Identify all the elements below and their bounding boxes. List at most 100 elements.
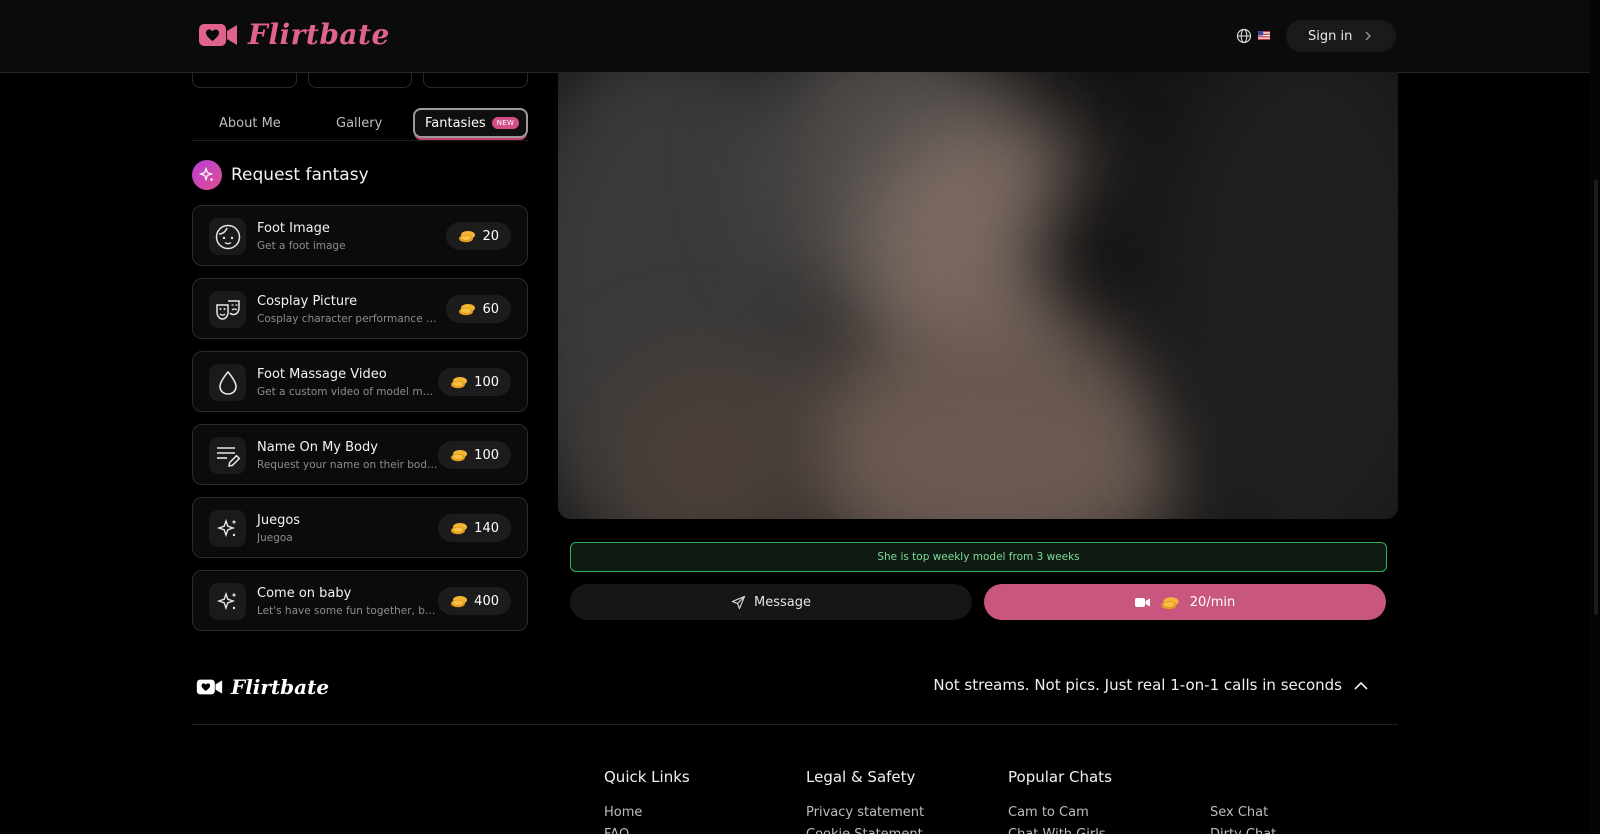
chevron-up-icon (1354, 681, 1368, 690)
footer-divider (192, 724, 1398, 725)
coins-icon (451, 377, 468, 389)
fantasy-subtitle: Get a custom video of model massaging (257, 386, 439, 398)
video-heart-icon (196, 679, 223, 695)
sparkles-icon (192, 160, 222, 190)
footer-link-dirty-chat[interactable]: Dirty Chat (1210, 824, 1276, 834)
write-icon (209, 437, 246, 474)
coins-icon (451, 523, 468, 535)
tagline-text: Not streams. Not pics. Just real 1-on-1 … (933, 676, 1342, 694)
message-label: Message (754, 594, 811, 610)
droplet-icon (209, 364, 246, 401)
tab-gallery[interactable]: Gallery (336, 109, 382, 137)
footer-link-sex-chat[interactable]: Sex Chat (1210, 802, 1276, 824)
fantasy-card[interactable]: Juegos Juegoa 140 (192, 497, 528, 558)
send-icon (731, 595, 746, 609)
fantasy-title: Cosplay Picture (257, 294, 358, 309)
footer-column-title (1210, 768, 1276, 786)
footer-column-quick-links: Quick Links Home FAQ (604, 768, 690, 834)
globe-icon[interactable] (1236, 28, 1252, 44)
stat-chip (192, 72, 297, 88)
video-call-button[interactable]: 20/min (984, 584, 1386, 620)
new-badge: NEW (491, 117, 520, 129)
face-icon (209, 218, 246, 255)
sign-in-button[interactable]: Sign in (1286, 20, 1396, 52)
footer-column-legal: Legal & Safety Privacy statement Cookie … (806, 768, 924, 834)
price-value: 100 (474, 447, 499, 463)
video-camera-icon (1134, 597, 1150, 607)
fantasy-title: Juegos (257, 513, 301, 528)
footer-link-chat-with-girls[interactable]: Chat With Girls (1008, 824, 1112, 834)
sparkle-icon (209, 510, 246, 547)
chevron-right-icon (1365, 31, 1372, 41)
footer-column-title: Legal & Safety (806, 768, 916, 786)
coins-icon (451, 450, 468, 462)
fantasy-title: Come on baby (257, 586, 352, 601)
message-button[interactable]: Message (570, 584, 972, 620)
stat-chip (307, 72, 413, 88)
footer-link-privacy[interactable]: Privacy statement (806, 802, 924, 824)
footer-link-faq[interactable]: FAQ (604, 824, 690, 834)
footer-link-cam-to-cam[interactable]: Cam to Cam (1008, 802, 1112, 824)
price-value: 100 (474, 374, 499, 390)
request-fantasy-header: Request fantasy (192, 160, 369, 190)
coins-icon (459, 304, 476, 316)
footer-column-title: Popular Chats (1008, 768, 1112, 786)
footer-column-title: Quick Links (604, 768, 690, 786)
call-rate-label: 20/min (1189, 594, 1236, 610)
brand-name: Flirtbate (248, 18, 390, 51)
scrollbar-thumb[interactable] (1594, 180, 1598, 615)
price-pill[interactable]: 20 (446, 222, 511, 250)
fantasy-card[interactable]: Come on baby Let's have some fun togethe… (192, 570, 528, 631)
top-header: Flirtbate Sign in (0, 0, 1590, 73)
video-blur-area (1158, 72, 1398, 519)
price-value: 400 (474, 593, 499, 609)
top-model-notice: She is top weekly model from 3 weeks (570, 542, 1387, 572)
price-value: 60 (482, 301, 499, 317)
fantasy-card[interactable]: Name On My Body Request your name on the… (192, 424, 528, 485)
brand-logo[interactable]: Flirtbate (198, 18, 390, 51)
fantasy-subtitle: Request your name on their body written (257, 459, 439, 471)
fantasy-list: Foot Image Get a foot image 20 Cosplay P… (192, 205, 528, 643)
footer-brand-logo[interactable]: Flirtbate (196, 675, 329, 699)
model-preview-video[interactable] (558, 72, 1398, 519)
price-value: 140 (474, 520, 499, 536)
footer-column-more-chats: Sex Chat Dirty Chat (1210, 768, 1276, 834)
sparkle-icon (209, 583, 246, 620)
fantasy-title: Foot Image (257, 221, 330, 236)
fantasy-title: Foot Massage Video (257, 367, 387, 382)
price-pill[interactable]: 400 (438, 587, 511, 615)
tab-fantasies[interactable]: Fantasies NEW (413, 108, 528, 138)
tab-about-me[interactable]: About Me (219, 109, 281, 137)
stat-chip (423, 72, 529, 88)
fantasy-title: Name On My Body (257, 440, 378, 455)
sign-in-label: Sign in (1308, 28, 1353, 44)
footer-link-home[interactable]: Home (604, 802, 690, 824)
footer-link-cookie[interactable]: Cookie Statement (806, 824, 924, 834)
fantasy-subtitle: Juegoa (257, 532, 293, 544)
us-flag-icon[interactable] (1258, 31, 1270, 40)
profile-tabs: About Me Gallery Fantasies NEW (192, 107, 528, 141)
fantasy-subtitle: Get a foot image (257, 240, 346, 252)
footer-column-popular-chats: Popular Chats Cam to Cam Chat With Girls (1008, 768, 1112, 834)
video-heart-icon (199, 23, 237, 46)
price-pill[interactable]: 60 (446, 295, 511, 323)
price-value: 20 (482, 228, 499, 244)
fantasy-card[interactable]: Foot Image Get a foot image 20 (192, 205, 528, 266)
coins-icon (459, 231, 476, 243)
footer-brand-name: Flirtbate (231, 675, 330, 699)
fantasy-subtitle: Cosplay character performance image (257, 313, 439, 325)
footer-tagline[interactable]: Not streams. Not pics. Just real 1-on-1 … (933, 676, 1368, 694)
price-pill[interactable]: 100 (438, 441, 511, 469)
stat-chips (192, 72, 529, 88)
tab-fantasies-label: Fantasies (425, 115, 486, 131)
page-scrollbar[interactable] (1590, 0, 1600, 834)
coins-icon (451, 596, 468, 608)
fantasy-card[interactable]: Foot Massage Video Get a custom video of… (192, 351, 528, 412)
request-fantasy-title: Request fantasy (231, 165, 369, 185)
masks-icon (209, 291, 246, 328)
price-pill[interactable]: 140 (438, 514, 511, 542)
coins-icon (1161, 596, 1179, 609)
fantasy-subtitle: Let's have some fun together, baby (257, 605, 439, 617)
price-pill[interactable]: 100 (438, 368, 511, 396)
fantasy-card[interactable]: Cosplay Picture Cosplay character perfor… (192, 278, 528, 339)
